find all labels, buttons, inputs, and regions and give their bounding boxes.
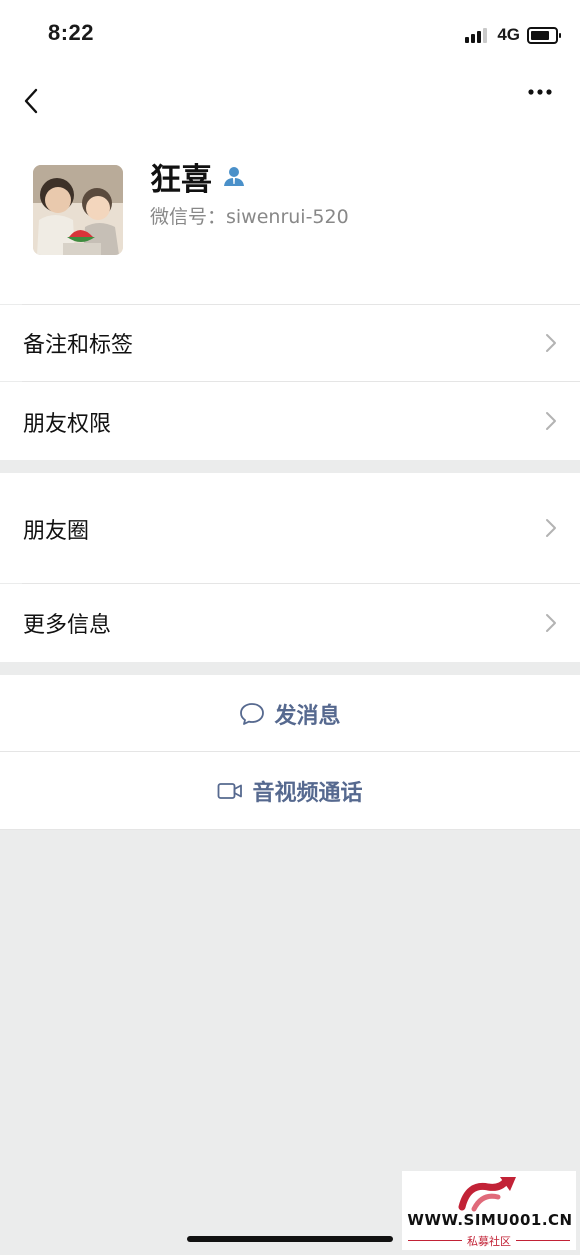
chevron-right-icon [546, 412, 556, 430]
watermark-subtext: 私募社区 [467, 1235, 511, 1248]
profile-header: 狂喜 微信号：siwenrui-520 [0, 130, 580, 304]
contact-name: 狂喜 [150, 162, 212, 198]
status-time: 8:22 [48, 20, 95, 45]
chevron-right-icon [546, 614, 556, 632]
chevron-right-icon [546, 334, 556, 352]
watermark: WWW.SIMU001.CN 私募社区 [402, 1171, 576, 1250]
row-label: 更多信息 [23, 613, 112, 638]
row-moments[interactable]: 朋友圈 [0, 473, 580, 583]
home-indicator[interactable] [187, 1236, 393, 1242]
video-call-button[interactable]: 音视频通话 [0, 752, 580, 829]
avatar-photo [33, 165, 123, 255]
status-indicators: 4G [465, 24, 561, 46]
video-camera-icon [218, 782, 243, 799]
network-type: 4G [497, 25, 520, 44]
chat-bubble-icon [240, 702, 265, 725]
video-call-label: 音视频通话 [252, 780, 363, 806]
row-label: 备注和标签 [23, 333, 134, 358]
status-bar: 8:22 4G [0, 0, 580, 70]
nav-bar [0, 70, 580, 130]
divider [0, 829, 580, 830]
row-friend-permissions[interactable]: 朋友权限 [0, 382, 580, 460]
row-label: 朋友权限 [23, 412, 112, 437]
row-remarks-tags[interactable]: 备注和标签 [0, 305, 580, 381]
signal-strength-icon [465, 27, 489, 43]
avatar[interactable] [33, 165, 123, 255]
wechat-id: 微信号：siwenrui-520 [150, 206, 349, 228]
chevron-left-icon[interactable] [20, 80, 44, 120]
chevron-right-icon [546, 519, 556, 537]
user-icon [224, 167, 244, 186]
watermark-text: WWW.SIMU001.CN [407, 1211, 573, 1229]
send-message-button[interactable]: 发消息 [0, 675, 580, 752]
watermark-logo-icon [458, 1177, 516, 1212]
battery-icon [527, 26, 561, 44]
row-label: 朋友圈 [23, 519, 90, 544]
more-horizontal-icon[interactable] [526, 86, 556, 116]
row-more-info[interactable]: 更多信息 [0, 584, 580, 662]
send-message-label: 发消息 [274, 703, 341, 729]
